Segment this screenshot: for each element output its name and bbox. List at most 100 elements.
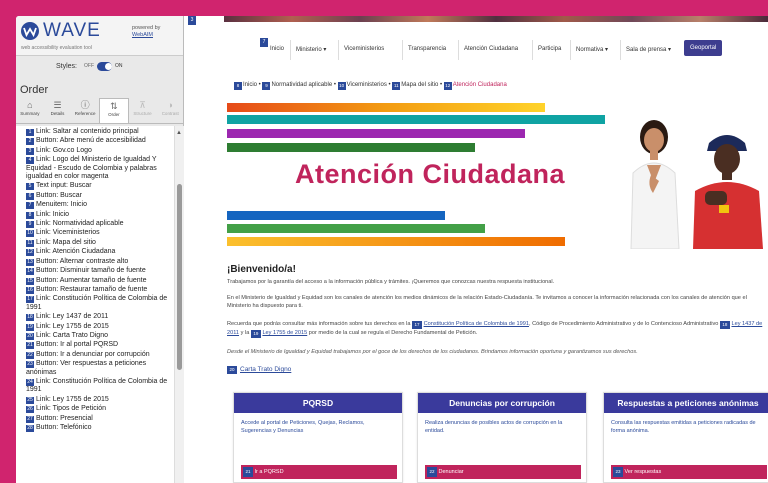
carta-trato-digno-link[interactable]: 20 Carta Trato Digno <box>227 366 291 374</box>
breadcrumb-current[interactable]: Atención Ciudadana <box>453 82 507 88</box>
order-item-label: Link: Constitución Política de Colombia … <box>26 295 168 311</box>
rights-text: Recuerda que podrás consultar más inform… <box>227 321 411 327</box>
button-label: Denunciar <box>438 469 464 475</box>
order-list-item[interactable]: 13 Button: Alternar contraste alto <box>26 258 170 266</box>
card-description: Consulta las respuestas emitidas a petic… <box>611 420 756 434</box>
tab-label: Summary <box>20 111 40 116</box>
order-item-label: Button: Buscar <box>36 191 82 199</box>
order-list-item[interactable]: 4 Link: Logo del Ministerio de Igualdad Y… <box>26 156 170 181</box>
order-list-item[interactable]: 14 Button: Disminuir tamaño de fuente <box>26 267 170 276</box>
order-list-scrollbar[interactable]: ▲ <box>174 126 184 483</box>
rights-paragraph: Recuerda que podrás consultar más inform… <box>227 320 765 338</box>
tab-label: Order <box>108 112 120 117</box>
order-item-label: Link: Ley 1437 de 2011 <box>36 313 109 321</box>
channels-paragraph: En el Ministerio de Igualdad y Equidad s… <box>227 295 747 309</box>
wave-order-marker: 9 <box>262 82 271 90</box>
button-label: Ver respuestas <box>624 469 662 475</box>
order-list-item[interactable]: 2 Button: Abre menú de accesibilidad <box>26 137 170 146</box>
order-list-item[interactable]: 17 Link: Constitución Política de Colombi… <box>26 295 170 312</box>
wave-order-marker: 8 <box>234 82 242 90</box>
nav-viceministerios[interactable]: Viceministerios <box>344 46 384 52</box>
order-list-item[interactable]: 18 Link: Ley 1437 de 2011 <box>26 313 170 322</box>
breadcrumb-normatividad[interactable]: Normatividad aplicable <box>271 82 332 88</box>
wave-tagline: web accessibility evaluation tool <box>21 45 92 51</box>
order-list-item[interactable]: 25 Link: Ley 1755 de 2015 <box>26 396 170 404</box>
wave-logo-icon[interactable] <box>21 22 39 40</box>
order-list-item[interactable]: 1 Link: Saltar al contenido principal <box>26 128 170 136</box>
ver-respuestas-button[interactable]: 23 Ver respuestas <box>611 465 767 479</box>
hero-stripe <box>227 211 445 220</box>
nav-divider <box>570 40 571 60</box>
order-list-item[interactable]: 3 Link: Gov.co Logo <box>26 147 170 155</box>
tab-summary[interactable]: ⌂ Summary <box>16 98 44 123</box>
order-list-item[interactable]: 10 Link: Viceministerios <box>26 229 170 238</box>
order-list-item[interactable]: 23 Button: Ver respuestas a peticiones an… <box>26 360 170 377</box>
order-number-badge: 19 <box>26 323 34 331</box>
toggle-knob[interactable] <box>105 63 112 70</box>
nav-transparencia[interactable]: Transparencia <box>408 46 446 52</box>
webaim-link[interactable]: WebAIM <box>132 32 153 38</box>
order-number-badge: 11 <box>26 239 34 247</box>
order-list-item[interactable]: 28 Button: Telefónico <box>26 424 170 432</box>
scroll-up-arrow-icon[interactable]: ▲ <box>176 130 182 136</box>
order-list-item[interactable]: 26 Link: Tipos de Petición <box>26 405 170 414</box>
panel-title: Order <box>20 84 49 96</box>
nav-normativa[interactable]: Normativa ▾ <box>576 46 608 53</box>
wave-title[interactable]: WAVE <box>43 20 101 42</box>
order-list-item[interactable]: 8 Link: Inicio <box>26 211 170 219</box>
toggle-on-label: ON <box>115 63 123 69</box>
wave-order-marker: 10 <box>337 82 346 90</box>
nav-geoportal[interactable]: Geoportal <box>684 40 723 56</box>
order-number-badge: 21 <box>26 342 34 350</box>
order-list-item[interactable]: 5 Text input: Buscar <box>26 182 170 191</box>
wave-order-marker: 21 <box>243 467 253 477</box>
breadcrumb-mapa-del-sitio[interactable]: Mapa del sitio <box>401 82 438 88</box>
order-item-label: Link: Atención Ciudadana <box>36 248 116 256</box>
order-list-item[interactable]: 22 Button: Ir a denunciar por corrupción <box>26 351 170 359</box>
tab-details[interactable]: ☰ Details <box>44 98 72 123</box>
nav-inicio[interactable]: Inicio <box>270 46 284 52</box>
order-list-item[interactable]: 12 Link: Atención Ciudadana <box>26 248 170 257</box>
tab-order[interactable]: ⇅ Order <box>99 98 129 123</box>
order-list-item[interactable]: 6 Button: Buscar <box>26 192 170 200</box>
order-list-item[interactable]: 20 Link: Carta Trato Digno <box>26 332 170 340</box>
order-list-item[interactable]: 9 Link: Normatividad aplicable <box>26 220 170 229</box>
pqrsd-button[interactable]: 21 Ir a PQRSD <box>241 465 397 479</box>
tab-structure[interactable]: ⊼ Structure <box>129 98 157 123</box>
tab-reference[interactable]: ⓘ Reference <box>71 98 99 123</box>
nav-sala-de-prensa[interactable]: Sala de prensa ▾ <box>626 46 671 53</box>
order-list-item[interactable]: 11 Link: Mapa del sitio <box>26 239 170 247</box>
tab-label: Reference <box>74 111 96 116</box>
order-list-item[interactable]: 24 Link: Constitución Política de Colombi… <box>26 378 170 395</box>
denunciar-button[interactable]: 22 Denunciar <box>425 465 581 479</box>
order-number-badge: 1 <box>26 129 34 136</box>
order-list-item[interactable]: 16 Button: Restaurar tamaño de fuente <box>26 286 170 294</box>
order-list-item[interactable]: 7 Menuitem: Inicio <box>26 201 170 210</box>
order-list-item[interactable]: 19 Link: Ley 1755 de 2015 <box>26 323 170 331</box>
hero-stripe <box>227 224 485 233</box>
order-number-badge: 25 <box>26 396 34 404</box>
order-number-badge: 8 <box>26 211 34 219</box>
nav-ministerio[interactable]: Ministerio ▾ <box>296 46 326 53</box>
order-number-badge: 26 <box>26 406 34 414</box>
order-number-badge: 3 <box>26 147 34 155</box>
constitucion-link[interactable]: Constitución Política de Colombia de 199… <box>424 321 529 327</box>
ley-1755-link[interactable]: Ley 1755 de 2015 <box>262 330 307 336</box>
order-number-badge: 24 <box>26 378 34 386</box>
nav-participa[interactable]: Participa <box>538 46 561 52</box>
breadcrumb-viceministerios[interactable]: Viceministerios <box>347 82 387 88</box>
order-list-item[interactable]: 27 Button: Presencial <box>26 415 170 423</box>
styles-toggle[interactable]: OFF ON <box>84 62 123 72</box>
scroll-thumb[interactable] <box>177 184 182 370</box>
tab-label: Details <box>50 111 65 116</box>
hero-stripe <box>227 115 605 124</box>
order-list-item[interactable]: 21 Button: Ir al portal PQRSD <box>26 341 170 350</box>
main-nav: 7 Inicio Ministerio ▾ Viceministerios Tr… <box>188 24 768 64</box>
nav-atencion-ciudadana[interactable]: Atención Ciudadana <box>464 46 518 52</box>
carta-link-label: Carta Trato Digno <box>240 366 292 373</box>
breadcrumb-inicio[interactable]: Inicio <box>243 82 257 88</box>
order-number-badge: 18 <box>26 314 34 322</box>
tab-contrast[interactable]: ◑ Contrast <box>156 98 184 123</box>
order-list-item[interactable]: 15 Button: Aumentar tamaño de fuente <box>26 277 170 285</box>
hero-stripe <box>227 103 545 112</box>
